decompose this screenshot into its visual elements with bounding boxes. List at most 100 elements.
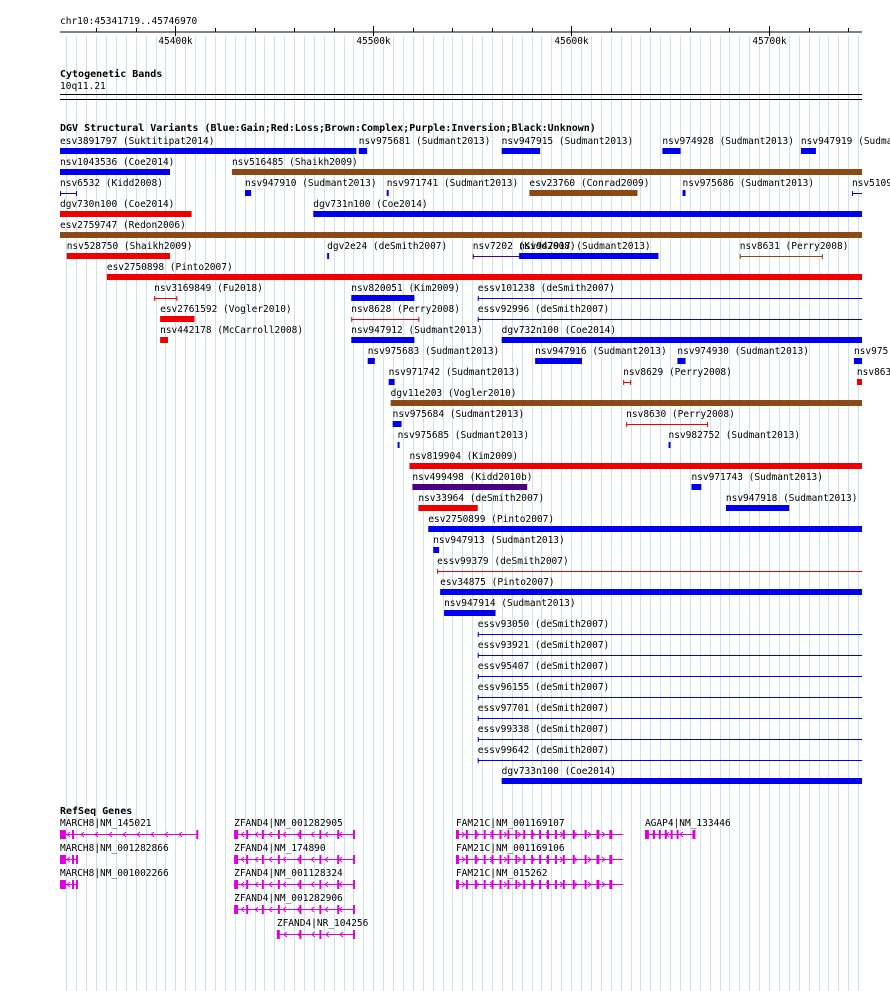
dgv-variant-nsv8630[interactable]: nsv8630 (Perry2008) xyxy=(626,409,735,427)
dgv-variant-nsv947918[interactable]: nsv947918 (Sudmant2013) xyxy=(725,493,858,511)
dgv-variant-nsv971742[interactable]: nsv971742 (Sudmant2013) xyxy=(388,367,521,385)
dgv-variant-nsv819904[interactable]: nsv819904 (Kim2009) xyxy=(409,451,862,469)
dgv-variant-nsv8631[interactable]: nsv8631 (Perry2008) xyxy=(739,241,849,259)
dgv-variant-nsv528750[interactable]: nsv528750 (Shaikh2009) xyxy=(66,241,193,259)
dgv-variant-bar[interactable] xyxy=(501,778,862,784)
dgv-variant-bar[interactable] xyxy=(440,589,862,595)
dgv-variant-essv96155[interactable]: essv96155 (deSmith2007) xyxy=(477,682,862,700)
dgv-variant-bar[interactable] xyxy=(351,337,415,343)
dgv-variant-bar[interactable] xyxy=(160,337,169,343)
dgv-variant-bar[interactable] xyxy=(66,253,170,259)
dgv-variant-bar[interactable] xyxy=(106,274,863,280)
dgv-variant-essv93050[interactable]: essv93050 (deSmith2007) xyxy=(477,619,862,637)
dgv-variant-bar[interactable] xyxy=(725,505,790,511)
dgv-variant-nsv947919[interactable]: nsv947919 (Sudmant2013) xyxy=(800,136,890,154)
dgv-variant-nsv947912[interactable]: nsv947912 (Sudmant2013) xyxy=(351,325,483,343)
dgv-variant-esv3891797[interactable]: esv3891797 (Suktitipat2014) xyxy=(60,136,357,154)
dgv-variant-bar[interactable] xyxy=(60,232,862,238)
dgv-variant-nsv947916[interactable]: nsv947916 (Sudmant2013) xyxy=(535,346,667,364)
dgv-variant-bar[interactable] xyxy=(367,358,375,364)
dgv-variant-nsv33964[interactable]: nsv33964 (deSmith2007) xyxy=(418,493,544,511)
dgv-variant-essv95407[interactable]: essv95407 (deSmith2007) xyxy=(477,661,862,679)
dgv-variant-dgv732n100[interactable]: dgv732n100 (Coe2014) xyxy=(501,325,862,343)
dgv-variant-bar[interactable] xyxy=(160,316,195,322)
dgv-variant-bar[interactable] xyxy=(390,400,862,406)
dgv-variant-bar[interactable] xyxy=(662,148,681,154)
dgv-variant-bar[interactable] xyxy=(428,526,862,532)
dgv-variant-esv2750898[interactable]: esv2750898 (Pinto2007) xyxy=(106,262,863,280)
dgv-variant-nsv499498[interactable]: nsv499498 (Kidd2010b) xyxy=(412,472,533,490)
dgv-variant-esv34875[interactable]: esv34875 (Pinto2007) xyxy=(440,577,862,595)
refseq-gene-march8-nm-001002266[interactable]: MARCH8|NM_001002266 xyxy=(60,868,169,889)
dgv-variant-nsv3169849[interactable]: nsv3169849 (Fu2018) xyxy=(154,283,263,301)
dgv-variant-dgv730n100[interactable]: dgv730n100 (Coe2014) xyxy=(60,199,192,217)
dgv-variant-nsv442178[interactable]: nsv442178 (McCarroll2008) xyxy=(160,325,303,343)
dgv-variant-bar[interactable] xyxy=(444,610,496,616)
dgv-variant-nsv863[interactable]: nsv863... xyxy=(856,367,890,385)
dgv-variant-bar[interactable] xyxy=(327,253,330,259)
refseq-gene-fam21c-nm-001169106[interactable]: FAM21C|NM_001169106 xyxy=(455,843,624,864)
refseq-gene-agap4-nm-133446[interactable]: AGAP4|NM_133446 xyxy=(644,818,731,839)
dgv-variant-bar[interactable] xyxy=(60,211,192,217)
refseq-track-title[interactable]: RefSeq Genes xyxy=(60,806,132,817)
dgv-variant-essv99338[interactable]: essv99338 (deSmith2007) xyxy=(477,724,862,742)
refseq-gene-march8-nm-145021[interactable]: MARCH8|NM_145021 xyxy=(60,818,199,839)
dgv-variant-bar[interactable] xyxy=(388,379,395,385)
dgv-variant-nsv947915[interactable]: nsv947915 (Sudmant2013) xyxy=(501,136,634,154)
cytoband-track-title[interactable]: Cytogenetic Bands xyxy=(60,68,162,80)
dgv-variant-bar[interactable] xyxy=(418,505,478,511)
dgv-variant-nsv982752[interactable]: nsv982752 (Sudmant2013) xyxy=(668,430,801,448)
dgv-variant-nsv947917[interactable]: nsv947917 (Sudmant2013) xyxy=(519,241,659,259)
dgv-variant-essv97701[interactable]: essv97701 (deSmith2007) xyxy=(477,703,862,721)
dgv-variant-nsv971743[interactable]: nsv971743 (Sudmant2013) xyxy=(691,472,823,490)
dgv-variant-bar[interactable] xyxy=(529,190,638,196)
dgv-variant-bar[interactable] xyxy=(358,148,368,154)
refseq-gene-fam21c-nm-015262[interactable]: FAM21C|NM_015262 xyxy=(455,868,624,889)
refseq-gene-zfand4-nr-104256[interactable]: ZFAND4|NR_104256 xyxy=(276,918,369,939)
dgv-variant-bar[interactable] xyxy=(60,148,357,154)
dgv-variant-nsv516485[interactable]: nsv516485 (Shaikh2009) xyxy=(231,157,862,175)
dgv-variant-nsv947914[interactable]: nsv947914 (Sudmant2013) xyxy=(444,598,576,616)
dgv-variant-bar[interactable] xyxy=(856,379,862,385)
dgv-variant-bar[interactable] xyxy=(392,421,402,427)
dgv-variant-bar[interactable] xyxy=(397,442,400,448)
dgv-variant-nsv8629[interactable]: nsv8629 (Perry2008) xyxy=(623,367,732,385)
dgv-variant-nsv975686[interactable]: nsv975686 (Sudmant2013) xyxy=(682,178,815,196)
dgv-variant-bar[interactable] xyxy=(60,169,170,175)
dgv-track-title[interactable]: DGV Structural Variants (Blue:Gain;Red:L… xyxy=(60,122,596,134)
dgv-variant-nsv6532[interactable]: nsv6532 (Kidd2008) xyxy=(60,178,163,196)
dgv-variant-nsv975685[interactable]: nsv975685 (Sudmant2013) xyxy=(397,430,530,448)
dgv-variant-esv2759747[interactable]: esv2759747 (Redon2006) xyxy=(60,220,862,238)
dgv-variant-bar[interactable] xyxy=(433,547,440,553)
dgv-variant-nsv975681[interactable]: nsv975681 (Sudmant2013) xyxy=(358,136,491,154)
dgv-variant-bar[interactable] xyxy=(800,148,816,154)
dgv-variant-dgv2e24[interactable]: dgv2e24 (deSmith2007) xyxy=(327,241,447,259)
dgv-variant-bar[interactable] xyxy=(245,190,252,196)
dgv-variant-nsv1043536[interactable]: nsv1043536 (Coe2014) xyxy=(60,157,174,175)
dgv-variant-esv23760[interactable]: esv23760 (Conrad2009) xyxy=(529,178,649,196)
dgv-variant-essv99642[interactable]: essv99642 (deSmith2007) xyxy=(477,745,862,763)
dgv-variant-nsv975684[interactable]: nsv975684 (Sudmant2013) xyxy=(392,409,525,427)
dgv-variant-bar[interactable] xyxy=(677,358,686,364)
dgv-variant-bar[interactable] xyxy=(386,190,389,196)
dgv-variant-dgv11e203[interactable]: dgv11e203 (Vogler2010) xyxy=(390,388,862,406)
dgv-variant-bar[interactable] xyxy=(501,337,862,343)
dgv-variant-bar[interactable] xyxy=(691,484,702,490)
dgv-variant-bar[interactable] xyxy=(409,463,862,469)
dgv-variant-nsv510991[interactable]: nsv510991 xyxy=(851,178,890,196)
dgv-variant-esv2750899[interactable]: esv2750899 (Pinto2007) xyxy=(428,514,862,532)
dgv-variant-essv101238[interactable]: essv101238 (deSmith2007) xyxy=(477,283,862,301)
dgv-variant-bar[interactable] xyxy=(535,358,583,364)
dgv-variant-bar[interactable] xyxy=(501,148,541,154)
refseq-gene-march8-nm-001282866[interactable]: MARCH8|NM_001282866 xyxy=(60,843,169,864)
dgv-variant-bar[interactable] xyxy=(412,484,528,490)
dgv-variant-bar[interactable] xyxy=(682,190,686,196)
dgv-variant-nsv974928[interactable]: nsv974928 (Sudmant2013) xyxy=(662,136,794,154)
dgv-variant-essv92996[interactable]: essv92996 (deSmith2007) xyxy=(477,304,862,322)
dgv-variant-essv93921[interactable]: essv93921 (deSmith2007) xyxy=(477,640,862,658)
dgv-variant-bar[interactable] xyxy=(668,442,671,448)
dgv-variant-dgv733n100[interactable]: dgv733n100 (Coe2014) xyxy=(501,766,862,784)
dgv-variant-bar[interactable] xyxy=(351,295,415,301)
refseq-gene-fam21c-nm-001169107[interactable]: FAM21C|NM_001169107 xyxy=(455,818,624,839)
dgv-variant-bar[interactable] xyxy=(313,211,863,217)
